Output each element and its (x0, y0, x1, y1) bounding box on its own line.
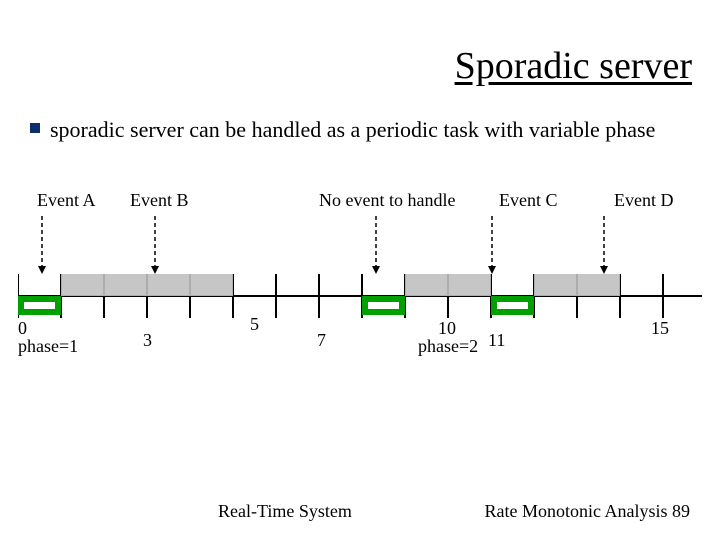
page-title: Sporadic server (455, 44, 692, 88)
phase-2: phase=2 (418, 336, 478, 357)
tick-7: 7 (317, 330, 326, 351)
timeline-svg (18, 214, 702, 344)
no-event-label: No event to handle (319, 190, 455, 211)
tick-5: 5 (250, 314, 259, 335)
timeline-diagram: Event A Event B No event to handle Event… (18, 190, 702, 360)
tick-15: 15 (651, 318, 669, 339)
bullet-item: sporadic server can be handled as a peri… (30, 116, 690, 144)
bullet-text: sporadic server can be handled as a peri… (50, 116, 655, 144)
footer-right: Rate Monotonic Analysis 89 (485, 501, 691, 522)
event-a-label: Event A (37, 190, 96, 211)
tick-3: 3 (143, 330, 152, 351)
phase-1: phase=1 (18, 336, 78, 357)
footer-left: Real-Time System (218, 501, 352, 522)
tick-11: 11 (488, 330, 505, 351)
bullet-icon (30, 123, 40, 133)
event-c-label: Event C (499, 190, 558, 211)
event-d-label: Event D (614, 190, 673, 211)
event-b-label: Event B (130, 190, 189, 211)
